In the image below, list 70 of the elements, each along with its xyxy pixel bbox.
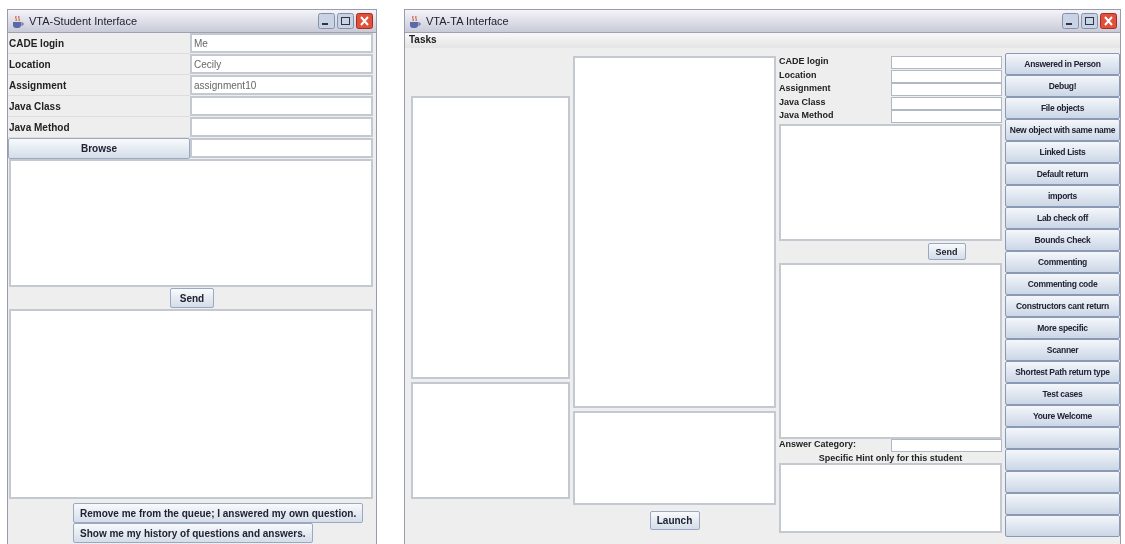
menu-item[interactable]: Tasks (408, 33, 438, 48)
window-title: VTA-Student Interface (29, 15, 138, 27)
category-button[interactable]: New object with same name (1005, 119, 1120, 141)
blank-button[interactable] (1005, 471, 1120, 493)
category-button[interactable]: Debug! (1005, 75, 1120, 97)
field-label: Assignment (8, 75, 190, 96)
field-label: CADE login (8, 33, 190, 54)
maximize-icon[interactable] (1081, 13, 1098, 29)
input-field[interactable] (891, 96, 1002, 110)
category-button[interactable]: Default return (1005, 163, 1120, 185)
category-button[interactable]: More specific (1005, 317, 1120, 339)
category-button[interactable]: Answered in Person (1005, 53, 1120, 75)
minimize-icon[interactable] (318, 13, 335, 29)
category-button[interactable]: Test cases (1005, 383, 1120, 405)
blank-button[interactable] (1005, 427, 1120, 449)
category-button[interactable]: Constructors cant return (1005, 295, 1120, 317)
close-icon[interactable] (1100, 13, 1117, 29)
java-cup-icon (11, 14, 25, 28)
blank-button[interactable] (1005, 449, 1120, 471)
list-panel[interactable] (411, 96, 570, 379)
category-button[interactable]: Commenting code (1005, 273, 1120, 295)
blank-button[interactable] (1005, 493, 1120, 515)
field-label: Assignment (779, 83, 832, 96)
category-button[interactable]: Shortest Path return type (1005, 361, 1120, 383)
close-icon[interactable] (356, 13, 373, 29)
input-field[interactable] (190, 96, 373, 116)
category-button[interactable]: Scanner (1005, 339, 1120, 361)
category-button[interactable]: Lab check off (1005, 207, 1120, 229)
action-button[interactable]: Remove me from the queue; I answered my own question. (73, 503, 364, 523)
action-button[interactable]: Show me my history of questions and answers. (73, 523, 313, 543)
java-cup-icon (408, 14, 422, 28)
category-button[interactable]: Commenting (1005, 251, 1120, 273)
input-field[interactable] (891, 56, 1002, 69)
field-label: Java Method (779, 110, 835, 123)
category-button[interactable]: Bounds Check (1005, 229, 1120, 251)
input-field[interactable] (190, 138, 373, 158)
input-field[interactable]: Me (190, 33, 373, 53)
field-label: Java Class (8, 96, 190, 117)
input-field[interactable] (891, 110, 1002, 124)
text-area[interactable] (779, 262, 1002, 439)
category-button[interactable]: Linked Lists (1005, 141, 1120, 163)
hint-label: Specific Hint only for this student (817, 452, 964, 463)
input-field[interactable] (891, 83, 1002, 97)
text-area[interactable] (9, 309, 373, 499)
blank-button[interactable] (1005, 515, 1120, 537)
category-button[interactable]: Youre Welcome (1005, 405, 1120, 427)
field-label: Java Class (779, 96, 827, 109)
text-area[interactable] (573, 411, 776, 505)
category-button[interactable]: File objects (1005, 97, 1120, 119)
launch-button[interactable]: Launch (649, 510, 700, 530)
field-label: Location (779, 69, 818, 82)
input-field[interactable]: Cecily (190, 54, 373, 74)
window-title: VTA-TA Interface (426, 15, 509, 27)
send-button[interactable]: Send (170, 288, 214, 308)
field-label: Answer Category: (779, 438, 858, 451)
text-area[interactable] (573, 56, 776, 408)
text-area[interactable] (9, 159, 373, 287)
list-panel[interactable] (411, 382, 570, 499)
text-area[interactable] (779, 462, 1002, 533)
category-button[interactable]: imports (1005, 185, 1120, 207)
minimize-icon[interactable] (1062, 13, 1079, 29)
input-field[interactable]: assignment10 (190, 75, 373, 95)
browse-button[interactable]: Browse (8, 138, 190, 159)
input-field[interactable] (190, 117, 373, 137)
field-label: CADE login (779, 56, 830, 68)
maximize-icon[interactable] (337, 13, 354, 29)
text-area[interactable] (779, 123, 1002, 241)
field-label: Location (8, 54, 190, 75)
input-field[interactable] (891, 69, 1002, 83)
send-button[interactable]: Send (927, 243, 966, 261)
